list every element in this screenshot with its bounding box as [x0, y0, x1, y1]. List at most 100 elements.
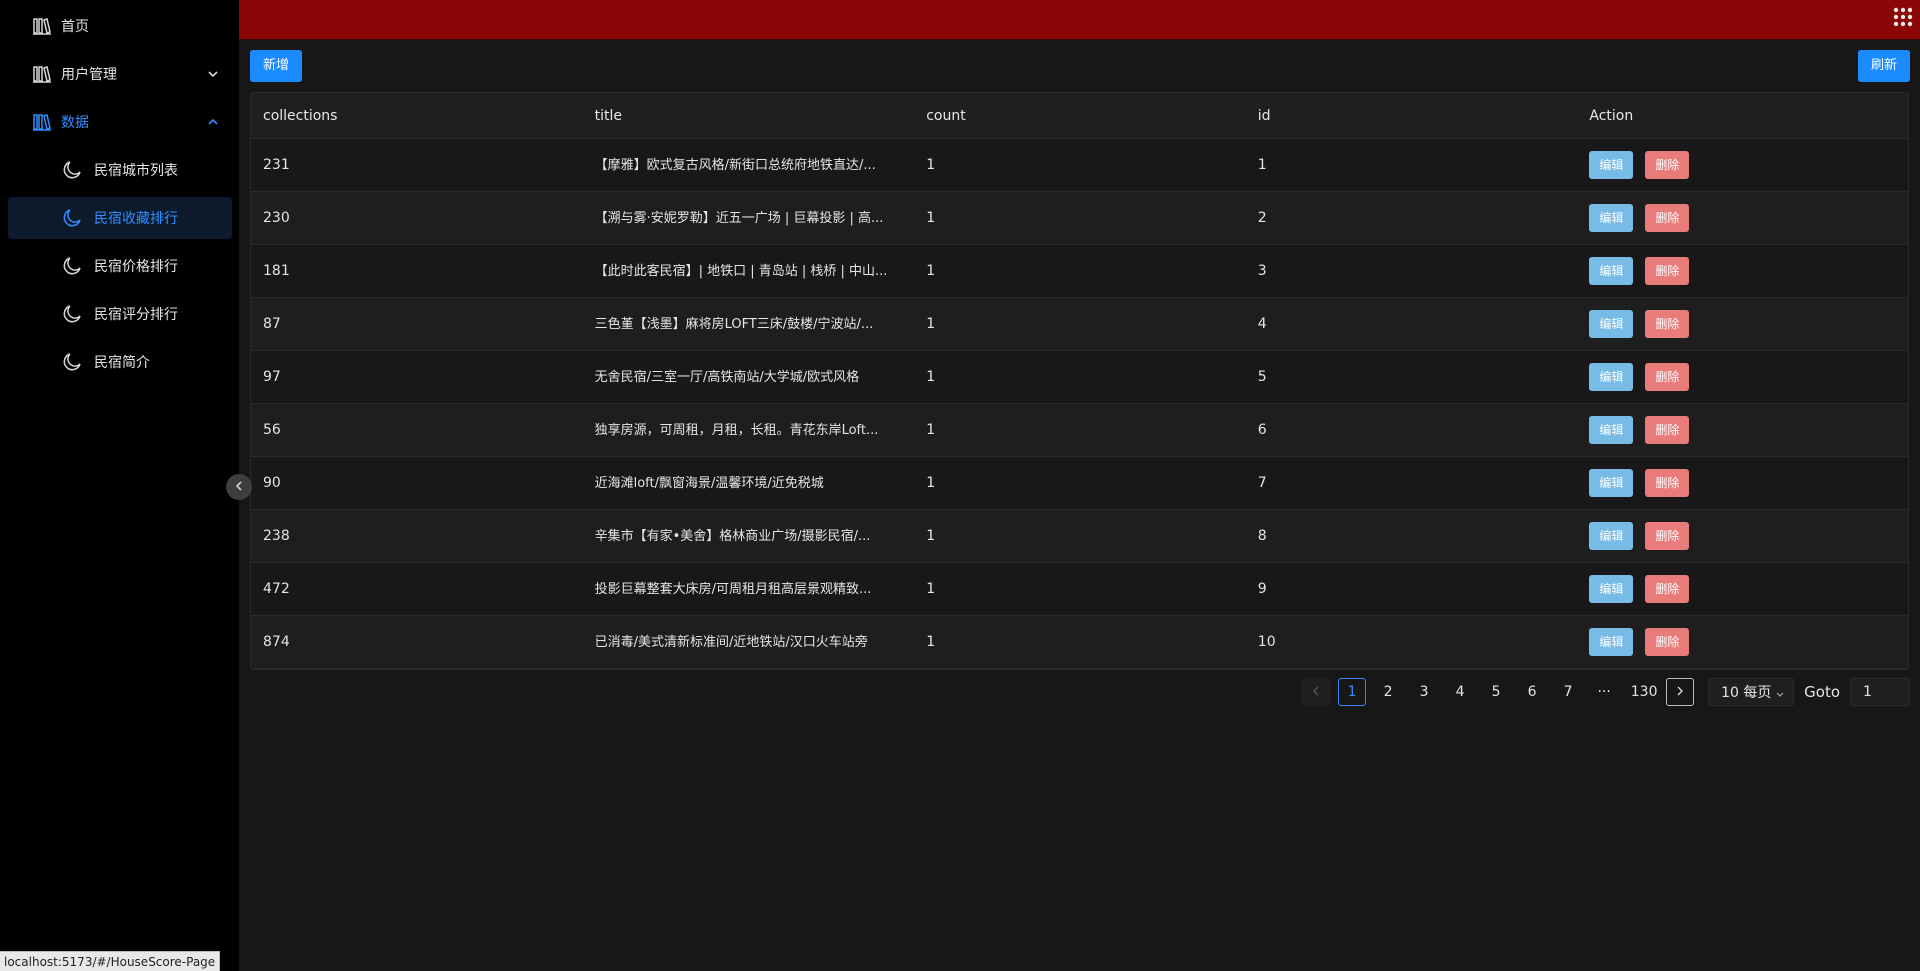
cell-title: 三色堇【浅墨】麻将房LOFT三床/鼓楼/宁波站/...: [583, 313, 915, 336]
sidebar-item-label: 用户管理: [61, 67, 117, 83]
data-table: collections title count id Action 231 【摩雅…: [250, 92, 1909, 670]
cell-action: 编辑 删除: [1577, 628, 1908, 656]
apps-grid-icon[interactable]: [1892, 6, 1914, 28]
sidebar-subitem-label: 民宿简介: [94, 355, 150, 371]
page-number-button[interactable]: 7: [1554, 678, 1582, 706]
cell-collections: 181: [263, 263, 290, 279]
cell-title-text: 投影巨幕整套大床房/可周租月租高层景观精致...: [594, 581, 872, 597]
refresh-button[interactable]: 刷新: [1857, 50, 1910, 82]
edit-button[interactable]: 编辑: [1589, 469, 1634, 497]
cell-title-text: 已消毒/美式清新标准间/近地铁站/汉口火车站旁: [594, 634, 868, 650]
cell-collections: 97: [263, 369, 281, 385]
cell-count: 1: [926, 263, 936, 279]
delete-button[interactable]: 删除: [1645, 204, 1690, 232]
edit-button[interactable]: 编辑: [1589, 363, 1634, 391]
sidebar-subitem-label: 民宿城市列表: [94, 163, 178, 179]
sidebar-subitem-score-rank[interactable]: 民宿评分排行: [8, 293, 232, 335]
prev-page-button[interactable]: [1302, 678, 1331, 706]
cell-title-text: 【溯与雾·安妮罗勒】近五一广场 | 巨幕投影 | 高...: [594, 210, 884, 226]
edit-button[interactable]: 编辑: [1589, 257, 1634, 285]
edit-button[interactable]: 编辑: [1589, 575, 1634, 603]
delete-button[interactable]: 删除: [1645, 416, 1690, 444]
cell-action: 编辑 删除: [1577, 522, 1908, 550]
cell-id: 5: [1257, 369, 1267, 385]
cell-collections: 87: [263, 316, 281, 332]
cell-action: 编辑 删除: [1577, 151, 1908, 179]
delete-button[interactable]: 删除: [1645, 469, 1690, 497]
table-row: 472 投影巨幕整套大床房/可周租月租高层景观精致... 1 9 编辑 删除: [251, 563, 1908, 616]
cell-id: 8: [1257, 528, 1267, 544]
cell-action: 编辑 删除: [1577, 575, 1908, 603]
delete-button[interactable]: 删除: [1645, 310, 1690, 338]
cell-id: 2: [1257, 210, 1267, 226]
column-header-collections: collections: [263, 107, 338, 124]
cell-title-text: 辛集市【有家•美舍】格林商业广场/摄影民宿/...: [594, 528, 871, 544]
cell-title: 独享房源，可周租，月租，长租。青花东岸Loft...: [583, 419, 915, 442]
page-number-button[interactable]: 130: [1630, 678, 1658, 706]
cell-count: 1: [926, 422, 936, 438]
library-icon: [32, 64, 52, 84]
table-row: 90 近海滩loft/飘窗海景/温馨环境/近免税城 1 7 编辑 删除: [251, 457, 1908, 510]
chevron-right-icon: [1675, 684, 1685, 700]
cell-count: 1: [926, 528, 936, 544]
edit-button[interactable]: 编辑: [1589, 416, 1634, 444]
sidebar-item-home[interactable]: 首页: [8, 5, 232, 47]
edit-button[interactable]: 编辑: [1589, 628, 1634, 656]
cell-title-text: 三色堇【浅墨】麻将房LOFT三床/鼓楼/宁波站/...: [594, 316, 874, 332]
cell-count: 1: [926, 475, 936, 491]
cell-collections: 472: [263, 581, 290, 597]
sidebar-subitem-city-list[interactable]: 民宿城市列表: [8, 149, 232, 191]
cell-id: 7: [1257, 475, 1267, 491]
sidebar-item-data[interactable]: 数据: [8, 101, 232, 143]
moon-icon: [62, 160, 82, 180]
edit-button[interactable]: 编辑: [1589, 151, 1634, 179]
page-number-button[interactable]: 1: [1338, 678, 1367, 706]
sidebar-item-label: 数据: [61, 115, 89, 131]
page-ellipsis[interactable]: ···: [1590, 678, 1618, 706]
column-header-count: count: [926, 107, 966, 124]
cell-collections: 238: [263, 528, 290, 544]
delete-button[interactable]: 删除: [1645, 257, 1690, 285]
column-header-action: Action: [1589, 107, 1634, 124]
cell-count: 1: [926, 369, 936, 385]
sidebar-item-user-management[interactable]: 用户管理: [8, 53, 232, 95]
library-icon: [32, 112, 52, 132]
sidebar-subitem-intro[interactable]: 民宿简介: [8, 341, 232, 383]
table-row: 181 【此时此客民宿】| 地铁口 | 青岛站 | 栈桥 | 中山... 1 3 编辑删…: [251, 245, 1908, 298]
page-number-button[interactable]: 3: [1410, 678, 1438, 706]
sidebar-subitem-price-rank[interactable]: 民宿价格排行: [8, 245, 232, 287]
sidebar-collapse-button[interactable]: [226, 474, 252, 500]
cell-title-text: 近海滩loft/飘窗海景/温馨环境/近免税城: [594, 475, 824, 491]
add-button[interactable]: 新增: [250, 50, 303, 82]
next-page-button[interactable]: [1666, 678, 1695, 706]
cell-id: 4: [1257, 316, 1267, 332]
chevron-left-icon: [1311, 684, 1321, 700]
cell-title: 【摩雅】欧式复古风格/新街口总统府地铁直达/...: [583, 154, 915, 177]
delete-button[interactable]: 删除: [1645, 575, 1690, 603]
cell-id: 3: [1257, 263, 1267, 279]
table-row: 87 三色堇【浅墨】麻将房LOFT三床/鼓楼/宁波站/... 1 4 编辑 删除: [251, 298, 1908, 351]
delete-button[interactable]: 删除: [1645, 151, 1690, 179]
sidebar-subitem-collection-rank[interactable]: 民宿收藏排行: [8, 197, 232, 239]
page-size-value: 10 每页: [1721, 685, 1772, 701]
pagination: 1 2 3 4 5 6 7 ··· 130 10 每页 Goto: [1294, 677, 1910, 707]
goto-page-input[interactable]: [1850, 678, 1910, 706]
page-size-select[interactable]: 10 每页: [1708, 678, 1795, 706]
delete-button[interactable]: 删除: [1645, 363, 1690, 391]
cell-id: 1: [1257, 157, 1267, 173]
edit-button[interactable]: 编辑: [1589, 204, 1634, 232]
cell-title: 辛集市【有家•美舍】格林商业广场/摄影民宿/...: [583, 525, 915, 548]
page-number-button[interactable]: 2: [1374, 678, 1402, 706]
edit-button[interactable]: 编辑: [1589, 310, 1634, 338]
edit-button[interactable]: 编辑: [1589, 522, 1634, 550]
moon-icon: [62, 208, 82, 228]
page-number-button[interactable]: 4: [1446, 678, 1474, 706]
delete-button[interactable]: 删除: [1645, 522, 1690, 550]
cell-count: 1: [926, 210, 936, 226]
goto-label: Goto: [1804, 683, 1840, 701]
delete-button[interactable]: 删除: [1645, 628, 1690, 656]
page-number-button[interactable]: 6: [1518, 678, 1546, 706]
sidebar-subitem-label: 民宿评分排行: [94, 307, 178, 323]
chevron-left-icon: [233, 478, 245, 496]
page-number-button[interactable]: 5: [1482, 678, 1510, 706]
